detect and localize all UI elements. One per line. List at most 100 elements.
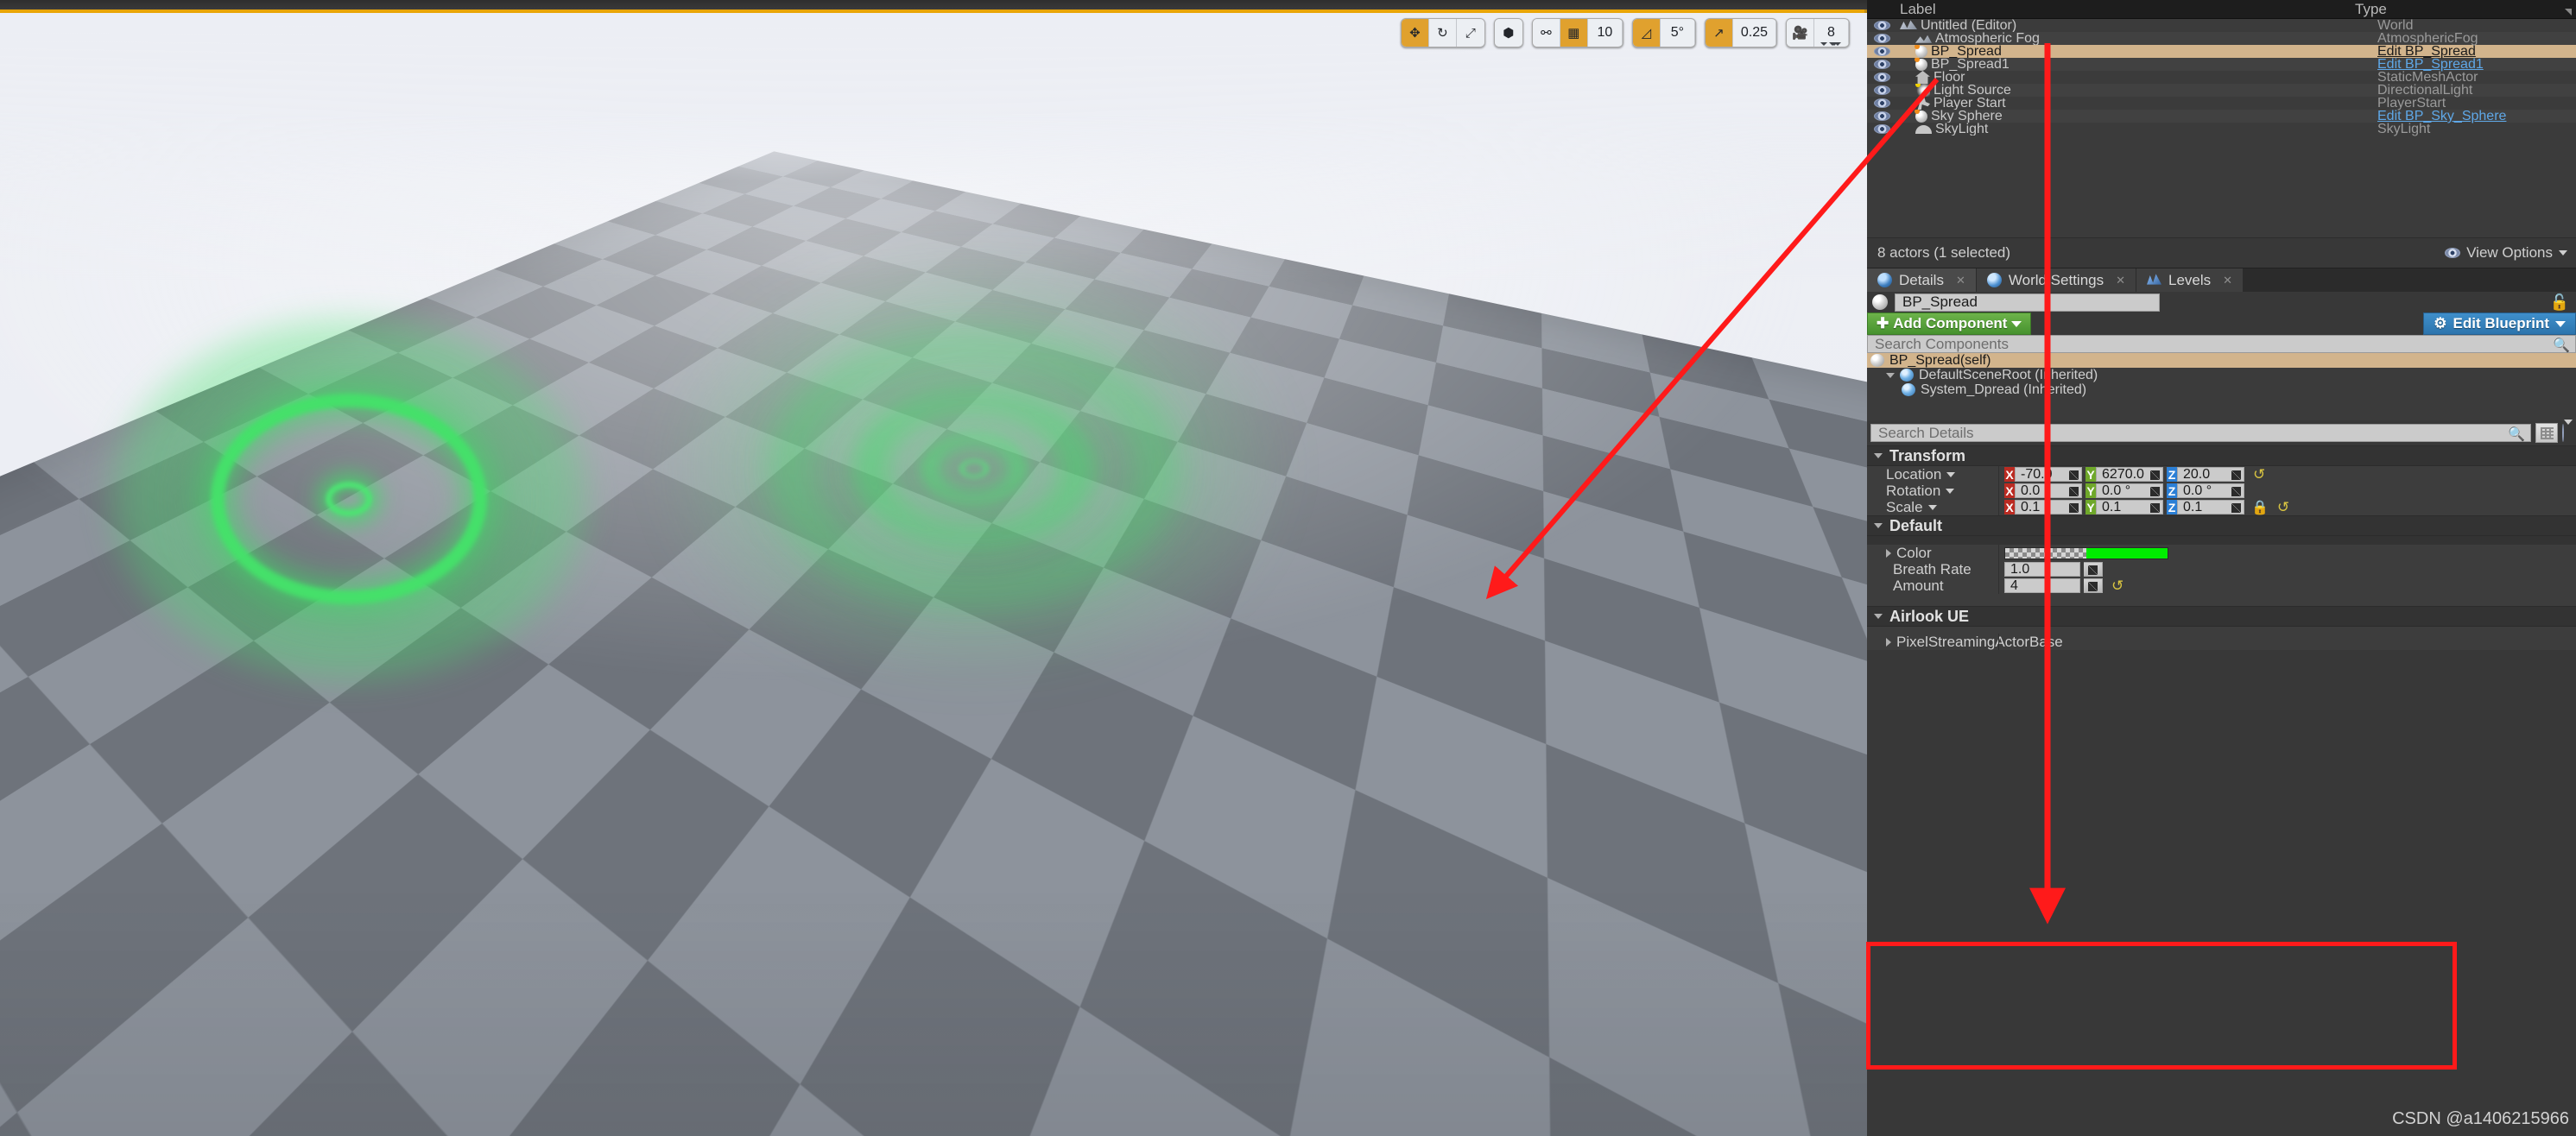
outliner-row-type[interactable]: Edit BP_Spread1: [2377, 58, 2576, 72]
transform-mode-group[interactable]: ✥ ↻ ⤢: [1400, 18, 1485, 47]
outliner-row-label-cell[interactable]: Player Start: [1896, 97, 2377, 110]
spinner-icon[interactable]: [2069, 470, 2079, 480]
property-row-pixelstreaming[interactable]: PixelStreamingActorBase: [1867, 634, 2576, 650]
outliner-row-type[interactable]: Edit BP_Spread: [2377, 45, 2576, 59]
axis-field-z[interactable]: Z 20.0: [2167, 467, 2244, 482]
outliner-row-label-cell[interactable]: Sky Sphere: [1896, 110, 2377, 123]
transform-row-value-cell[interactable]: X -70.0 Y 6270.0 Z 20.0 ↺: [1998, 466, 2576, 483]
property-row-amount[interactable]: Amount 4 ↺: [1867, 577, 2576, 594]
color-swatch[interactable]: [2004, 546, 2168, 559]
search-components-input[interactable]: Search Components 🔍: [1867, 335, 2576, 353]
outliner-row-label-cell[interactable]: Untitled (Editor): [1896, 19, 2377, 32]
surface-snap-button[interactable]: ⚯: [1532, 19, 1560, 47]
camera-speed-group[interactable]: 🎥 8: [1786, 18, 1850, 47]
outliner-row[interactable]: Light Source DirectionalLight: [1867, 84, 2576, 98]
amount-value-cell[interactable]: 4 ↺: [1998, 577, 2576, 594]
transform-row-value-cell[interactable]: X 0.0 ° Y 0.0 ° Z 0.0 °: [1998, 483, 2576, 499]
chevron-down-icon[interactable]: [1927, 504, 1937, 510]
axis-field-z[interactable]: Z 0.1: [2167, 500, 2244, 514]
color-value-cell[interactable]: [1998, 545, 2576, 561]
scale-snap-button[interactable]: ↗: [1705, 19, 1733, 47]
visibility-toggle[interactable]: [1867, 85, 1896, 95]
angle-snap-button[interactable]: ◿: [1632, 19, 1661, 47]
outliner-row[interactable]: Sky Sphere Edit BP_Sky_Sphere: [1867, 110, 2576, 123]
chevron-down-icon[interactable]: [1946, 488, 1955, 494]
component-tree-row[interactable]: BP_Spread(self): [1867, 353, 2576, 368]
right-dock[interactable]: Label Type Untitled (Editor) World Atmosph…: [1867, 0, 2576, 1136]
angle-snap-value[interactable]: 5°: [1661, 19, 1695, 47]
outliner-row[interactable]: Untitled (Editor) World: [1867, 19, 2576, 33]
outliner-row-label-cell[interactable]: Floor: [1896, 71, 2377, 84]
spinner-icon[interactable]: [2231, 470, 2241, 480]
chevron-down-icon[interactable]: [1886, 372, 1895, 378]
category-transform[interactable]: Transform: [1867, 445, 2576, 466]
tab-world-settings[interactable]: World Settings ✕: [1976, 268, 2137, 292]
angle-snap-group[interactable]: ◿ 5°: [1631, 18, 1836, 47]
outliner-type-column-header[interactable]: Type: [2355, 1, 2554, 18]
transform-row-label-cell[interactable]: Rotation: [1867, 483, 1998, 500]
transform-row-value-cell[interactable]: X 0.1 Y 0.1 Z 0.1 🔒 ↺: [1998, 499, 2576, 515]
transform-rows[interactable]: Location X -70.0 Y 6270.0 Z 20.0 ↺ Rotation X 0.0 …: [1867, 466, 2576, 515]
property-row-breath-rate[interactable]: Breath Rate 1.0: [1867, 561, 2576, 577]
breath-rate-input[interactable]: 1.0: [2004, 562, 2080, 577]
outliner-row[interactable]: Atmospheric Fog AtmosphericFog: [1867, 32, 2576, 46]
breath-rate-spinner[interactable]: [2084, 562, 2103, 577]
axis-x-input[interactable]: 0.0 °: [2015, 483, 2082, 498]
viewport-toolbar[interactable]: ✥ ↻ ⤢ ⬢ ⚯ ▦ 10 ◿ 5° ↗ 0.25 🎥 8: [1400, 18, 1850, 47]
rotate-mode-button[interactable]: ↻: [1428, 19, 1457, 47]
axis-y-input[interactable]: 6270.0: [2096, 467, 2163, 482]
amount-input[interactable]: 4: [2004, 578, 2080, 593]
visibility-toggle[interactable]: [1867, 73, 1896, 82]
property-row-color[interactable]: Color: [1867, 545, 2576, 561]
transform-row[interactable]: Rotation X 0.0 ° Y 0.0 ° Z 0.0 °: [1867, 483, 2576, 499]
visibility-toggle[interactable]: [1867, 21, 1896, 30]
tab-close-icon[interactable]: ✕: [2223, 274, 2232, 287]
outliner-label-column-header[interactable]: Label: [1896, 1, 2355, 18]
outliner-row-label-cell[interactable]: Light Source: [1896, 84, 2377, 97]
outliner-row[interactable]: Player Start PlayerStart: [1867, 97, 2576, 110]
details-grid-view-button[interactable]: [2535, 423, 2558, 443]
visibility-toggle[interactable]: [1867, 60, 1896, 69]
scale-snap-value[interactable]: 0.25: [1733, 19, 1776, 47]
grid-snap-button[interactable]: ▦: [1560, 19, 1588, 47]
camera-icon[interactable]: 🎥: [1787, 19, 1814, 47]
outliner-row-label-cell[interactable]: SkyLight: [1896, 123, 2377, 136]
chevron-right-icon[interactable]: [1886, 548, 1891, 558]
reset-to-default-button[interactable]: ↺: [2277, 499, 2289, 516]
viewport-3d-scene[interactable]: [0, 13, 1867, 1136]
ratio-lock-icon[interactable]: 🔒: [2251, 499, 2269, 516]
tab-close-icon[interactable]: ✕: [1956, 274, 1965, 287]
axis-field-y[interactable]: Y 6270.0: [2085, 467, 2163, 482]
breath-rate-value-cell[interactable]: 1.0: [1998, 561, 2576, 577]
outliner-rows[interactable]: Untitled (Editor) World Atmospheric Fog Atm…: [1867, 19, 2576, 237]
chevron-right-icon[interactable]: [1886, 637, 1891, 647]
axis-z-input[interactable]: 0.1: [2177, 500, 2244, 514]
chevron-down-icon[interactable]: [1946, 471, 1956, 477]
transform-row[interactable]: Scale X 0.1 Y 0.1 Z 0.1 🔒 ↺: [1867, 499, 2576, 515]
axis-field-x[interactable]: X 0.1: [2004, 500, 2082, 514]
axis-field-y[interactable]: Y 0.1: [2085, 500, 2163, 514]
axis-x-input[interactable]: 0.1: [2015, 500, 2082, 514]
transform-row-label-cell[interactable]: Scale: [1867, 499, 1998, 516]
search-details-input[interactable]: Search Details 🔍: [1870, 424, 2531, 442]
category-default[interactable]: Default: [1867, 515, 2576, 536]
transform-row[interactable]: Location X -70.0 Y 6270.0 Z 20.0 ↺: [1867, 466, 2576, 483]
visibility-toggle[interactable]: [1867, 34, 1896, 43]
details-view-options-button[interactable]: [2562, 419, 2573, 442]
amount-reset-button[interactable]: ↺: [2111, 577, 2123, 595]
outliner-row-label-cell[interactable]: BP_Spread1: [1896, 58, 2377, 71]
spinner-icon[interactable]: [2069, 487, 2079, 496]
outliner-row-type[interactable]: Edit BP_Sky_Sphere: [2377, 110, 2576, 123]
visibility-toggle[interactable]: [1867, 47, 1896, 56]
axis-field-y[interactable]: Y 0.0 °: [2085, 483, 2163, 498]
axis-field-x[interactable]: X 0.0 °: [2004, 483, 2082, 498]
visibility-toggle[interactable]: [1867, 98, 1896, 108]
transform-row-label-cell[interactable]: Location: [1867, 466, 1998, 483]
spinner-icon[interactable]: [2069, 503, 2079, 513]
outliner-row-label-cell[interactable]: BP_Spread: [1896, 45, 2377, 58]
grid-snap-group[interactable]: ⚯ ▦ 10: [1531, 18, 1838, 47]
camera-speed-value[interactable]: 8: [1814, 19, 1849, 47]
visibility-toggle[interactable]: [1867, 124, 1896, 134]
outliner-row-label-cell[interactable]: Atmospheric Fog: [1896, 32, 2377, 45]
category-airlook-ue[interactable]: Airlook UE: [1867, 606, 2576, 627]
